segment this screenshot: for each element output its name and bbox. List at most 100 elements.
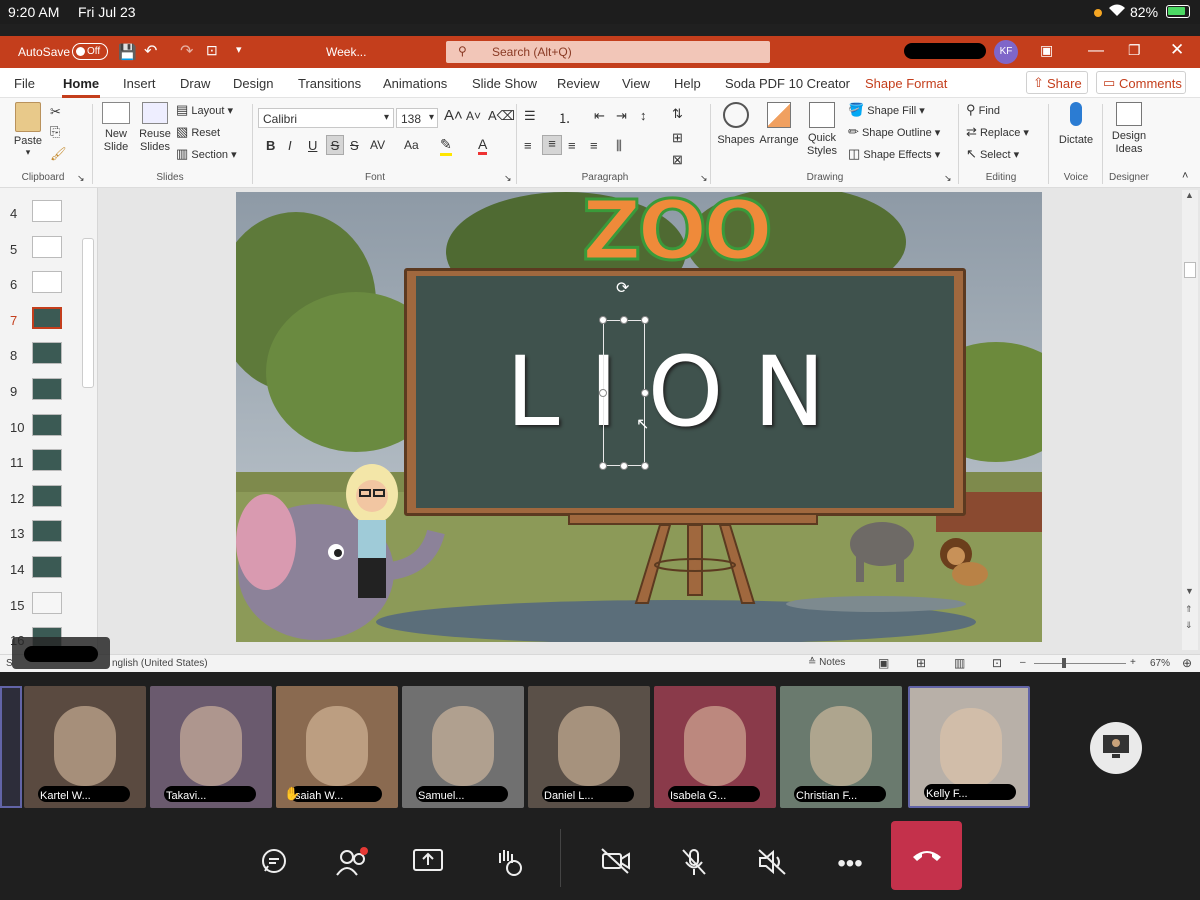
- text-direction-icon[interactable]: ⇅: [672, 106, 683, 122]
- tab-insert[interactable]: Insert: [123, 76, 156, 91]
- participants-icon[interactable]: [332, 847, 372, 881]
- customize-qat-icon[interactable]: ▾: [236, 43, 242, 56]
- columns-icon[interactable]: ⫼: [616, 138, 622, 154]
- scroll-down-icon[interactable]: ▼: [1185, 586, 1194, 596]
- slide-title-text[interactable]: LION: [506, 342, 906, 442]
- tab-slide-show[interactable]: Slide Show: [472, 76, 537, 91]
- align-text-icon[interactable]: ⊞: [672, 130, 683, 146]
- underline-button[interactable]: U: [308, 138, 317, 153]
- tab-home[interactable]: Home: [63, 76, 99, 91]
- shape-effects-button[interactable]: ◫ Shape Effects ▾: [848, 146, 940, 162]
- bold-button[interactable]: B: [266, 138, 275, 153]
- present-icon[interactable]: ⊡: [206, 42, 218, 59]
- shape-outline-button[interactable]: ✏ Shape Outline ▾: [848, 124, 940, 140]
- slide-thumbnail[interactable]: 11: [0, 445, 98, 481]
- copy-icon[interactable]: ⎘: [50, 124, 60, 140]
- previous-slide-icon[interactable]: ⇑: [1185, 604, 1193, 615]
- more-options-icon[interactable]: •••: [830, 847, 870, 881]
- thumbnail-scrollbar[interactable]: [82, 238, 94, 388]
- font-color-icon[interactable]: A: [478, 136, 488, 155]
- tab-help[interactable]: Help: [674, 76, 701, 91]
- participant-video-tile[interactable]: Christian F...: [780, 686, 902, 808]
- tab-view[interactable]: View: [622, 76, 650, 91]
- clear-formatting-icon[interactable]: A⌫: [488, 108, 515, 124]
- tab-transitions[interactable]: Transitions: [298, 76, 361, 91]
- replace-button[interactable]: ⇄ Replace ▾: [966, 124, 1029, 140]
- scroll-up-icon[interactable]: ▲: [1185, 190, 1194, 200]
- shape-fill-button[interactable]: 🪣 Shape Fill ▾: [848, 102, 925, 118]
- reset-button[interactable]: ▧ Reset: [176, 124, 220, 140]
- resize-handle[interactable]: [641, 389, 649, 397]
- reading-view-icon[interactable]: ▥: [954, 656, 965, 670]
- resize-handle[interactable]: [599, 462, 607, 470]
- shapes-button[interactable]: Shapes: [716, 102, 756, 146]
- increase-font-icon[interactable]: A˄: [444, 107, 463, 124]
- rotate-handle-icon[interactable]: ⟳: [616, 278, 629, 298]
- format-painter-icon[interactable]: 🖌: [50, 146, 67, 162]
- close-icon[interactable]: ✕: [1170, 40, 1184, 60]
- slide-thumbnail[interactable]: 10: [0, 410, 98, 446]
- participant-video-tile[interactable]: Isaiah W... ✋: [276, 686, 398, 808]
- text-selection-box[interactable]: [603, 320, 645, 466]
- resize-handle[interactable]: [641, 462, 649, 470]
- participant-video-tile[interactable]: Takavi...: [150, 686, 272, 808]
- zoom-slider[interactable]: [1034, 663, 1126, 664]
- leave-call-button[interactable]: [891, 821, 962, 890]
- bullets-icon[interactable]: ☰: [524, 108, 536, 124]
- align-center-icon[interactable]: ≡: [542, 135, 562, 155]
- paragraph-launcher-icon[interactable]: ↘: [700, 173, 708, 184]
- arrange-button[interactable]: Arrange: [758, 102, 800, 146]
- search-box[interactable]: ⚲ Search (Alt+Q): [446, 41, 770, 63]
- resize-handle[interactable]: [599, 316, 607, 324]
- paste-button[interactable]: Paste ▾: [8, 102, 48, 158]
- align-right-icon[interactable]: ≡: [568, 138, 576, 153]
- share-screen-icon[interactable]: [408, 847, 448, 881]
- change-case-button[interactable]: Aa: [404, 138, 419, 152]
- tab-soda-pdf[interactable]: Soda PDF 10 Creator: [725, 76, 850, 91]
- scroll-thumb[interactable]: [1184, 262, 1196, 278]
- new-slide-button[interactable]: New Slide: [98, 102, 134, 154]
- ribbon-display-icon[interactable]: ▣: [1040, 42, 1053, 59]
- font-family-select[interactable]: Calibri ▾: [258, 108, 394, 128]
- resize-handle[interactable]: [641, 316, 649, 324]
- zoom-slider-thumb[interactable]: [1062, 658, 1066, 668]
- resize-handle[interactable]: [620, 316, 628, 324]
- tab-animations[interactable]: Animations: [383, 76, 447, 91]
- zoom-level[interactable]: 67%: [1150, 658, 1170, 669]
- notes-button[interactable]: ≙ Notes: [808, 657, 845, 668]
- participant-video-tile[interactable]: Samuel...: [402, 686, 524, 808]
- drawing-launcher-icon[interactable]: ↘: [944, 173, 952, 184]
- italic-button[interactable]: I: [288, 138, 292, 153]
- autosave-toggle[interactable]: Off: [72, 43, 108, 60]
- align-left-icon[interactable]: ≡: [524, 138, 532, 153]
- mic-off-icon[interactable]: [674, 847, 714, 881]
- character-spacing-button[interactable]: AV: [370, 138, 385, 152]
- slide-thumbnail[interactable]: 14: [0, 552, 98, 588]
- decrease-font-icon[interactable]: A˅: [466, 109, 481, 123]
- increase-indent-icon[interactable]: ⇥: [616, 108, 627, 124]
- document-title[interactable]: Week...: [326, 45, 366, 59]
- user-avatar[interactable]: KF: [994, 40, 1018, 64]
- restore-icon[interactable]: ❐: [1128, 42, 1141, 59]
- tab-draw[interactable]: Draw: [180, 76, 210, 91]
- zoom-in-icon[interactable]: +: [1130, 657, 1136, 668]
- comments-button[interactable]: ▭ Comments: [1096, 71, 1186, 94]
- smartart-icon[interactable]: ⊠: [672, 152, 683, 168]
- shadow-button[interactable]: S: [326, 135, 344, 155]
- tab-design[interactable]: Design: [233, 76, 273, 91]
- normal-view-icon[interactable]: ▣: [878, 656, 889, 670]
- share-button[interactable]: ⇧ Share: [1026, 71, 1088, 94]
- fit-to-window-icon[interactable]: ⊕: [1182, 656, 1192, 670]
- language-text[interactable]: nglish (United States): [112, 658, 208, 669]
- participant-video-tile[interactable]: Isabela G...: [654, 686, 776, 808]
- raise-hand-icon[interactable]: [488, 847, 528, 881]
- slide-thumbnail[interactable]: 13: [0, 516, 98, 552]
- reuse-slides-button[interactable]: Reuse Slides: [138, 102, 172, 154]
- numbering-icon[interactable]: ⒈: [558, 108, 571, 127]
- section-button[interactable]: ▥ Section ▾: [176, 146, 237, 162]
- quick-styles-button[interactable]: Quick Styles: [800, 102, 844, 158]
- participant-video-tile[interactable]: Kelly F...: [908, 686, 1030, 808]
- redo-icon[interactable]: ↷: [180, 41, 193, 61]
- slide-thumbnail[interactable]: 15: [0, 588, 98, 624]
- highlight-icon[interactable]: ✎: [440, 136, 452, 156]
